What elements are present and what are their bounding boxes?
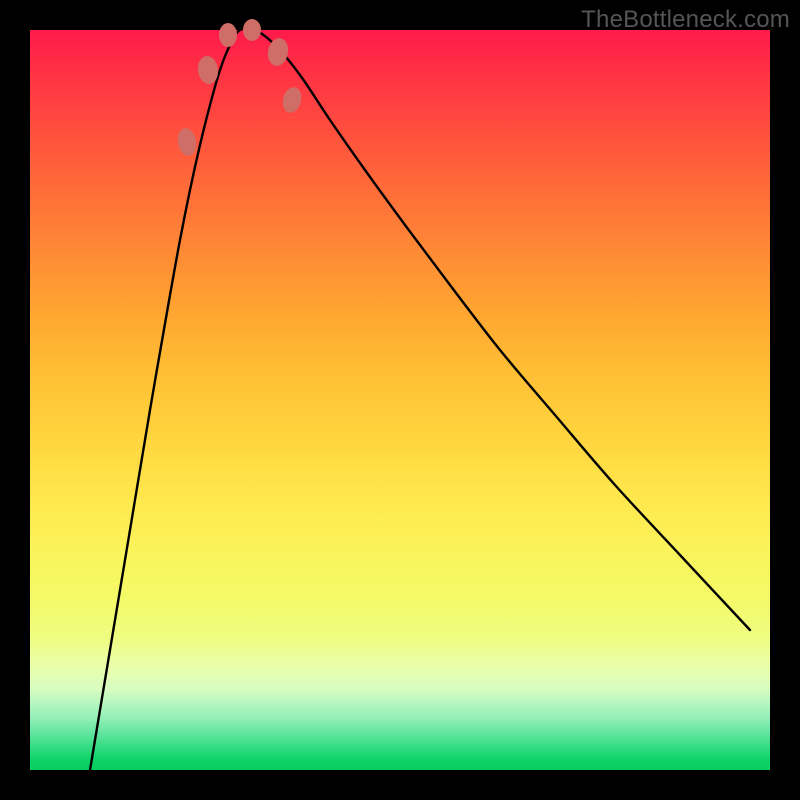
marker-group [176,19,304,157]
curve-svg [30,30,770,770]
marker-bottom-1 [219,23,237,47]
marker-right-upper [280,85,304,115]
marker-bottom-2 [243,19,261,41]
marker-left-upper [176,127,199,158]
